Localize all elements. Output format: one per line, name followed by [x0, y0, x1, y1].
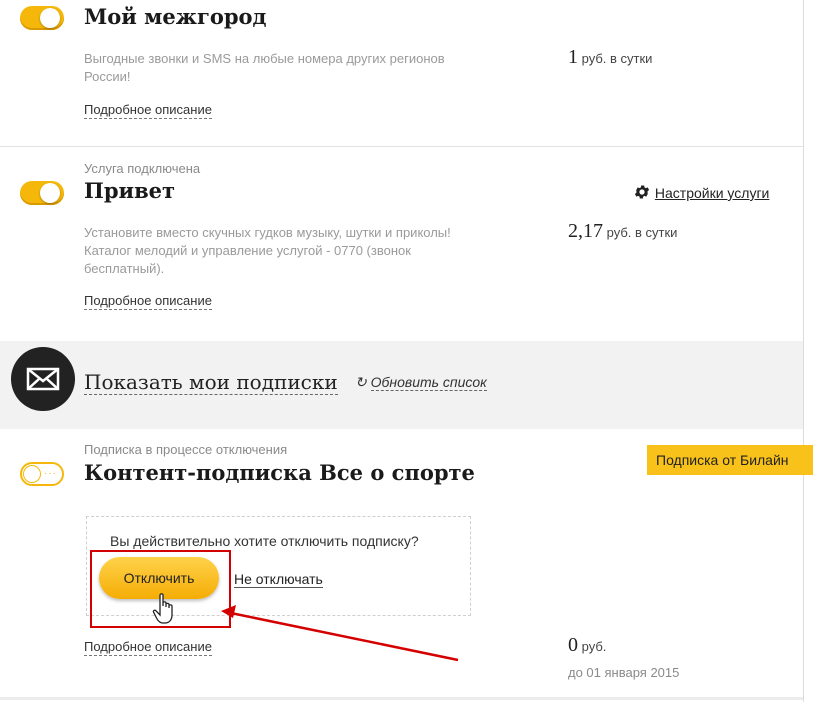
- details-link[interactable]: Подробное описание: [84, 639, 212, 656]
- price-unit: руб.: [581, 639, 607, 654]
- price-until: до 01 января 2015: [568, 665, 680, 680]
- section-bottom-border: [0, 697, 803, 700]
- annotation-arrow: [221, 605, 459, 662]
- price-value: 0: [568, 634, 578, 656]
- subscription-price: 0 руб.: [568, 634, 606, 657]
